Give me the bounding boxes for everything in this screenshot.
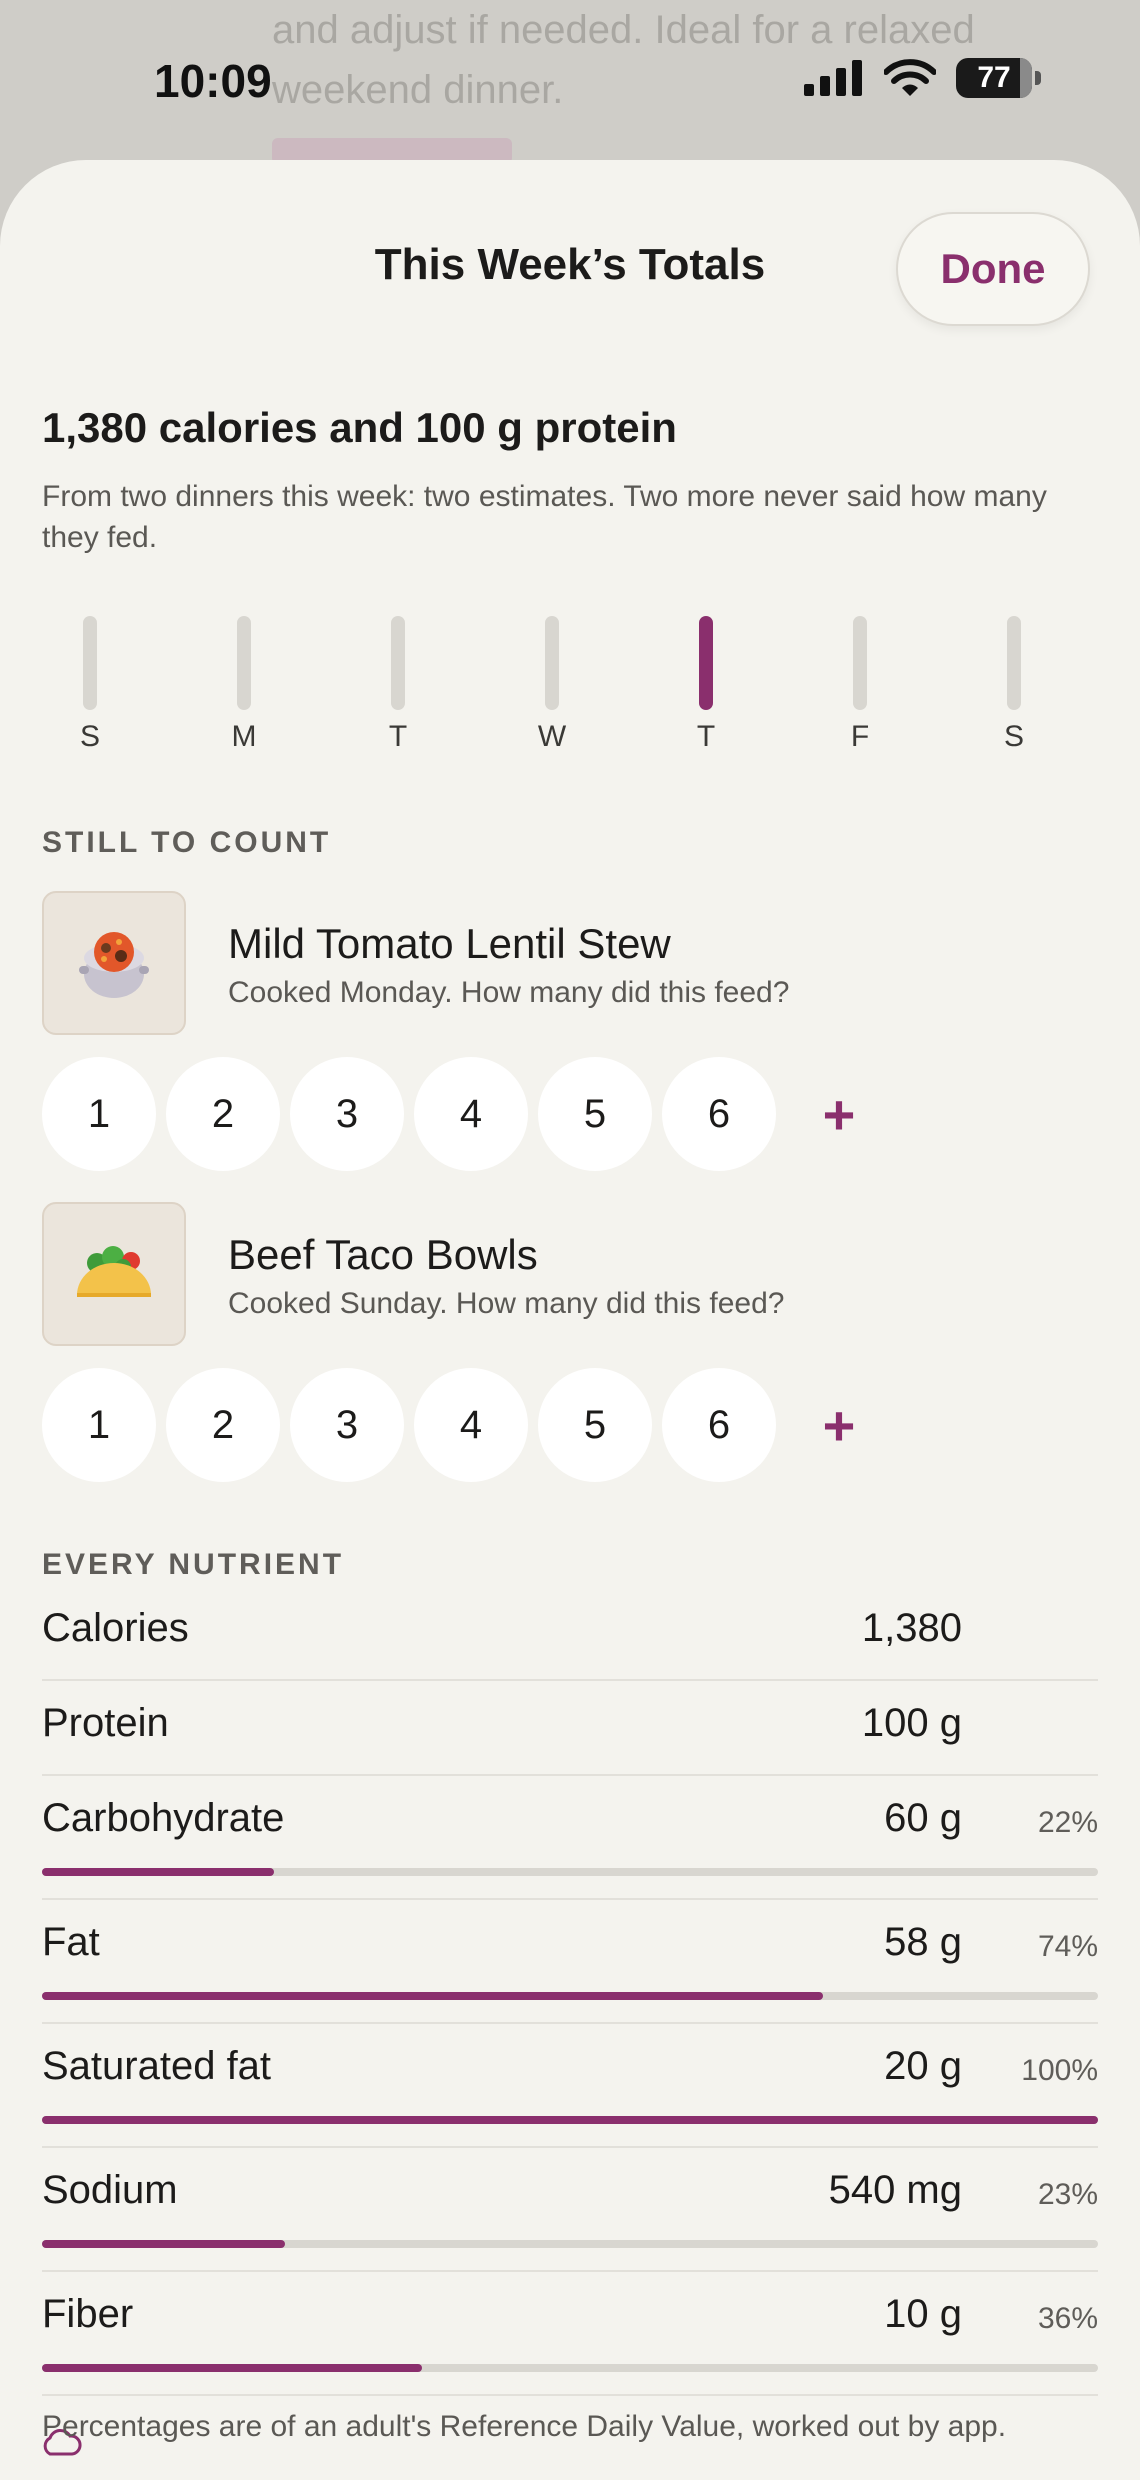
nutrient-percent: 100% [1021, 2054, 1098, 2087]
nutrient-progress-fill [42, 2364, 423, 2372]
recipe-title: Beef Taco Bowls [228, 1231, 538, 1278]
taco-icon [42, 1202, 186, 1346]
week-day-strip: SMTWTFS [60, 616, 1060, 753]
week-day-label: F [850, 720, 870, 753]
battery-icon: 77 [956, 58, 1041, 98]
nutrient-progress-fill [42, 1992, 824, 2000]
serving-option-button[interactable]: 4 [414, 1057, 528, 1171]
add-serving-button[interactable]: + [782, 1368, 896, 1482]
week-day[interactable]: W [522, 616, 582, 754]
recipe-title: Mild Tomato Lentil Stew [228, 920, 671, 967]
week-day-label: T [696, 720, 716, 753]
recipe-subtitle: Cooked Monday. How many did this feed? [228, 976, 790, 1009]
week-day-bar [545, 616, 559, 710]
week-day[interactable]: M [214, 616, 274, 754]
nutrient-progress-fill [42, 2116, 1098, 2124]
nutrient-value: 10 g [884, 2292, 962, 2336]
serving-option-button[interactable]: 6 [662, 1368, 776, 1482]
serving-option-button[interactable]: 2 [166, 1057, 280, 1171]
serving-picker: 1 2 3 4 5 6 + [42, 1368, 1042, 1482]
week-day-label: M [231, 720, 257, 753]
nutrient-progress-track [42, 2116, 1098, 2124]
week-day-bar [391, 616, 405, 710]
nutrient-name: Fat [42, 1920, 100, 1964]
week-day-label: T [388, 720, 408, 753]
status-time: 10:09 [154, 55, 272, 107]
serving-option-button[interactable]: 3 [290, 1368, 404, 1482]
nutrient-row: Saturated fat 20 g 100% [42, 2024, 1098, 2148]
nutrient-progress-fill [42, 1868, 275, 1876]
week-day-bar [853, 616, 867, 710]
cellular-signal-icon [804, 60, 862, 96]
wifi-icon [884, 59, 936, 96]
serving-option-button[interactable]: 5 [538, 1368, 652, 1482]
serving-option-button[interactable]: 1 [42, 1368, 156, 1482]
nutrient-name: Saturated fat [42, 2044, 272, 2088]
nutrient-percent: 74% [1037, 1930, 1098, 1963]
week-day-bar [237, 616, 251, 710]
nutrient-row: Protein 100 g [42, 1681, 1098, 1776]
still-to-count-label: STILL TO COUNT [42, 826, 332, 859]
nutrient-percent: 22% [1037, 1806, 1098, 1839]
nutrient-row: Fiber 10 g 36% [42, 2272, 1098, 2396]
serving-option-button[interactable]: 3 [290, 1057, 404, 1171]
weekly-totals-sheet: This Week’s Totals Done 1,380 calories a… [0, 160, 1140, 2480]
nutrient-percent: 23% [1037, 2178, 1098, 2211]
week-day[interactable]: T [676, 616, 736, 754]
nutrient-value: 58 g [884, 1920, 962, 1964]
nutrient-value: 540 mg [828, 2168, 962, 2212]
nutrient-value: 1,380 [861, 1606, 962, 1650]
summary-subtext: From two dinners this week: two estimate… [42, 480, 1047, 554]
week-day-label: S [79, 720, 100, 753]
week-day[interactable]: F [830, 616, 890, 754]
every-nutrient-label: EVERY NUTRIENT [42, 1548, 345, 1581]
nutrient-name: Protein [42, 1701, 169, 1745]
week-day-label: W [537, 720, 567, 753]
stew-pot-icon [42, 891, 186, 1035]
done-button[interactable]: Done [896, 212, 1090, 326]
summary-headline: 1,380 calories and 100 g protein [42, 404, 677, 451]
serving-option-button[interactable]: 5 [538, 1057, 652, 1171]
footnote: Percentages are of an adult's Reference … [42, 2410, 1007, 2443]
nutrient-progress-track [42, 1868, 1098, 1876]
nutrient-row: Carbohydrate 60 g 22% [42, 1776, 1098, 1900]
status-icons: 77 [804, 58, 1041, 98]
week-day-label: S [1003, 720, 1024, 753]
week-day-bar [1007, 616, 1021, 710]
nutrient-value: 20 g [884, 2044, 962, 2088]
nutrient-value: 100 g [861, 1701, 962, 1745]
serving-option-button[interactable]: 2 [166, 1368, 280, 1482]
week-day[interactable]: S [984, 616, 1044, 754]
serving-picker: 1 2 3 4 5 6 + [42, 1057, 1042, 1171]
nutrient-value: 60 g [884, 1796, 962, 1840]
nutrient-row: Calories 1,380 [42, 1586, 1098, 1681]
week-day-bar-active [699, 616, 713, 710]
add-serving-button[interactable]: + [782, 1057, 896, 1171]
nutrient-progress-track [42, 1992, 1098, 2000]
recipe-subtitle: Cooked Sunday. How many did this feed? [228, 1287, 785, 1320]
status-bar: 10:09 77 [0, 0, 1140, 160]
nutrient-row: Fat 58 g 74% [42, 1900, 1098, 2024]
nutrient-row: Sodium 540 mg 23% [42, 2148, 1098, 2272]
serving-option-button[interactable]: 1 [42, 1057, 156, 1171]
nutrient-progress-fill [42, 2240, 285, 2248]
nutrient-progress-track [42, 2364, 1098, 2372]
nutrient-percent: 36% [1037, 2302, 1098, 2335]
serving-option-button[interactable]: 6 [662, 1057, 776, 1171]
serving-option-button[interactable]: 4 [414, 1368, 528, 1482]
nutrient-name: Fiber [42, 2292, 134, 2336]
nutrient-name: Sodium [42, 2168, 178, 2212]
battery-level: 77 [977, 61, 1011, 94]
nutrient-name: Calories [42, 1606, 189, 1650]
nutrient-progress-track [42, 2240, 1098, 2248]
week-day[interactable]: S [60, 616, 120, 754]
week-day-bar [83, 616, 97, 710]
week-day[interactable]: T [368, 616, 428, 754]
nutrient-name: Carbohydrate [42, 1796, 285, 1840]
battery-empty-segment [1020, 58, 1032, 98]
